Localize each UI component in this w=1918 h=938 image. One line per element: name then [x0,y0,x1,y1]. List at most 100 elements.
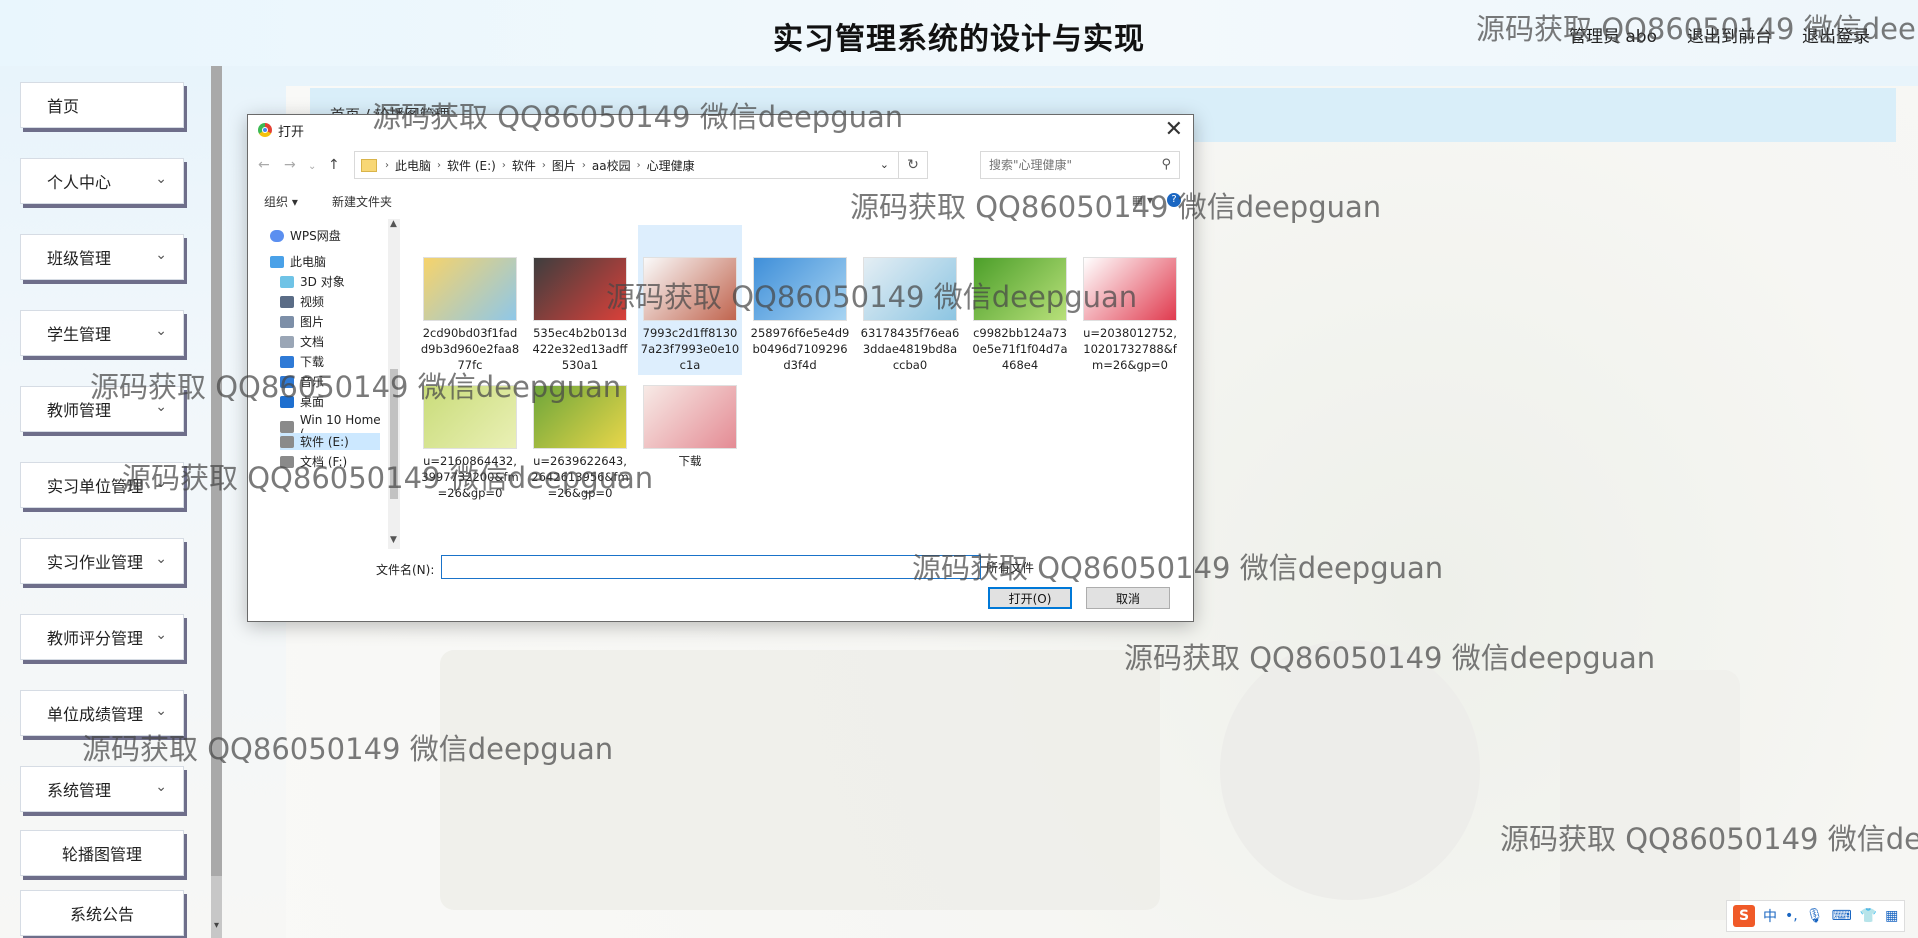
back-arrow-icon[interactable]: ← [258,157,270,173]
nav-item-downloads[interactable]: 下载 [280,353,324,370]
navigation-pane: WPS网盘 此电脑 3D 对象 视频 图片 文档 下载 音乐 桌面 Win 10… [248,219,388,549]
ime-toolbar[interactable]: S 中 •, 🎙 ⌨ 👕 ▦ [1726,900,1906,932]
image-thumbnail [753,257,847,321]
image-thumbnail [1083,257,1177,321]
address-crumb[interactable]: 此电脑 [395,157,431,174]
sidebar-item-label: 班级管理 [47,249,112,268]
scroll-thumb[interactable] [390,369,398,499]
sidebar-item-student-management[interactable]: 学生管理 ⌄ [20,310,184,356]
sidebar-item-home[interactable]: 首页 [20,82,184,128]
chevron-down-icon: ⌄ [155,551,167,567]
address-bar[interactable]: › 此电脑 › 软件 (E:) › 软件 › 图片 › aa校园 › 心理健康 ⌄ ↻ [354,151,928,179]
nav-item-drive-f[interactable]: 文档 (F:) [280,453,347,470]
search-box[interactable]: ⚲ [980,151,1180,179]
nav-item-music[interactable]: 音乐 [280,373,324,390]
scroll-down-arrow-icon[interactable]: ▾ [211,920,222,934]
close-icon[interactable]: ✕ [1165,117,1183,142]
nav-item-documents[interactable]: 文档 [280,333,324,350]
address-crumb[interactable]: 图片 [552,157,576,174]
background-decoration [1220,640,1480,900]
image-thumbnail [973,257,1067,321]
sidebar-item-teacher-management[interactable]: 教师管理 ⌄ [20,386,184,432]
nav-item-label: 3D 对象 [300,275,345,289]
view-options-icon[interactable]: ▦ ▾ [1132,193,1153,207]
up-arrow-icon[interactable]: ↑ [328,157,340,173]
chevron-right-icon: › [501,159,506,171]
search-input[interactable] [987,152,1151,178]
file-item[interactable]: 下载 [638,379,742,529]
keyboard-icon[interactable]: ⌨ [1832,908,1852,924]
filename-input[interactable] [441,555,981,579]
nav-item-this-pc[interactable]: 此电脑 [270,253,326,270]
file-name: 2cd90bd03f1fadd9b3d960e2faa877fc [420,326,520,372]
address-crumb[interactable]: 软件 [512,157,536,174]
drive-icon [280,421,294,433]
file-item[interactable]: u=2160864432,3997732200&fm=26&gp=0 [418,379,522,529]
search-icon: ⚲ [1161,157,1171,172]
chevron-right-icon: › [581,159,586,171]
ime-mode[interactable]: 中 [1763,906,1777,926]
refresh-icon[interactable]: ↻ [898,152,927,178]
dialog-toolbar: 组织 ▾ 新建文件夹 ▦ ▾ ? [248,187,1193,215]
address-crumb[interactable]: 软件 (E:) [447,157,496,174]
sidebar-item-label: 单位成绩管理 [47,705,144,724]
sidebar-item-system-notice[interactable]: 系统公告 [20,890,184,936]
chevron-up-icon[interactable]: ▲ [390,219,397,229]
file-item[interactable]: 63178435f76ea63ddae4819bd8accba0 [858,225,962,375]
file-item[interactable]: 7993c2d1ff81307a23f7993e0e10c1a [638,225,742,375]
nav-item-drive-e[interactable]: 软件 (E:) [280,433,380,450]
punctuation-icon[interactable]: •, [1785,908,1798,924]
folder-icon [361,158,377,172]
sidebar-item-class-management[interactable]: 班级管理 ⌄ [20,234,184,280]
help-icon[interactable]: ? [1167,193,1181,207]
logout-link[interactable]: 退出登录 [1802,22,1870,47]
sidebar-item-teacher-score-management[interactable]: 教师评分管理 ⌄ [20,614,184,660]
file-item[interactable]: 2cd90bd03f1fadd9b3d960e2faa877fc [418,225,522,375]
chevron-down-icon[interactable]: ⌄ [880,158,889,171]
dialog-title: 打开 [278,125,305,140]
sidebar-item-personal-center[interactable]: 个人中心 ⌄ [20,158,184,204]
address-crumb[interactable]: aa校园 [592,157,631,174]
sidebar-item-internship-homework-management[interactable]: 实习作业管理 ⌄ [20,538,184,584]
back-to-frontend-link[interactable]: 退出到前台 [1687,22,1772,47]
download-icon [280,355,294,368]
file-item[interactable]: u=2038012752,10201732788&fm=26&gp=0 [1078,225,1182,375]
microphone-icon[interactable]: 🎙 [1806,908,1824,924]
file-item[interactable]: 535ec4b2b013d422e32ed13adff530a1 [528,225,632,375]
address-crumb[interactable]: 心理健康 [647,157,695,174]
recent-dropdown-icon[interactable]: ⌄ [308,161,316,172]
file-name: u=2639622643,2642613956&fm=26&gp=0 [531,454,629,500]
filename-row: 文件名(N): 所有文件 [248,551,1193,585]
nav-item-desktop[interactable]: 桌面 [280,393,324,410]
sidebar-item-unit-grade-management[interactable]: 单位成绩管理 ⌄ [20,690,184,736]
nav-item-videos[interactable]: 视频 [280,293,324,310]
nav-item-label: 软件 (E:) [300,435,349,449]
nav-item-wps-drive[interactable]: WPS网盘 [270,227,341,244]
nav-item-label: 文档 [300,335,325,349]
nav-item-pictures[interactable]: 图片 [280,313,324,330]
sidebar-item-internship-unit-management[interactable]: 实习单位管理 ⌄ [20,462,184,508]
new-folder-button[interactable]: 新建文件夹 [332,193,392,210]
file-list: 2cd90bd03f1fadd9b3d960e2faa877fc 535ec4b2… [404,219,1193,549]
file-item[interactable]: u=2639622643,2642613956&fm=26&gp=0 [528,379,632,529]
skin-icon[interactable]: 👕 [1860,908,1877,924]
cube-icon [280,275,294,288]
sidebar-item-system-management[interactable]: 系统管理 ⌄ [20,766,184,812]
sidebar-item-carousel-management[interactable]: 轮播图管理 [20,830,184,876]
nav-item-3d-objects[interactable]: 3D 对象 [280,273,345,290]
navigation-pane-scrollbar[interactable]: ▲ ▼ [388,219,400,549]
cancel-button[interactable]: 取消 [1086,587,1170,609]
toolbox-icon[interactable]: ▦ [1885,908,1898,924]
file-item[interactable]: c9982bb124a730e5e71f1f04d7a468e4 [968,225,1072,375]
file-item[interactable]: 258976f6e5e4d9b0496d7109296d3f4d [748,225,852,375]
forward-arrow-icon[interactable]: → [284,157,296,173]
open-button[interactable]: 打开(O) [988,587,1072,609]
video-icon [280,295,294,308]
file-type-filter[interactable]: 所有文件 [986,559,1034,576]
sidebar-item-label: 系统公告 [69,905,134,924]
admin-user-link[interactable]: 管理员 abo [1569,22,1657,47]
chevron-down-icon[interactable]: ▼ [390,535,397,545]
organize-button[interactable]: 组织 ▾ [264,193,298,210]
chevron-down-icon: ⌄ [155,399,167,415]
sidebar-scroll-thumb[interactable] [211,66,222,876]
